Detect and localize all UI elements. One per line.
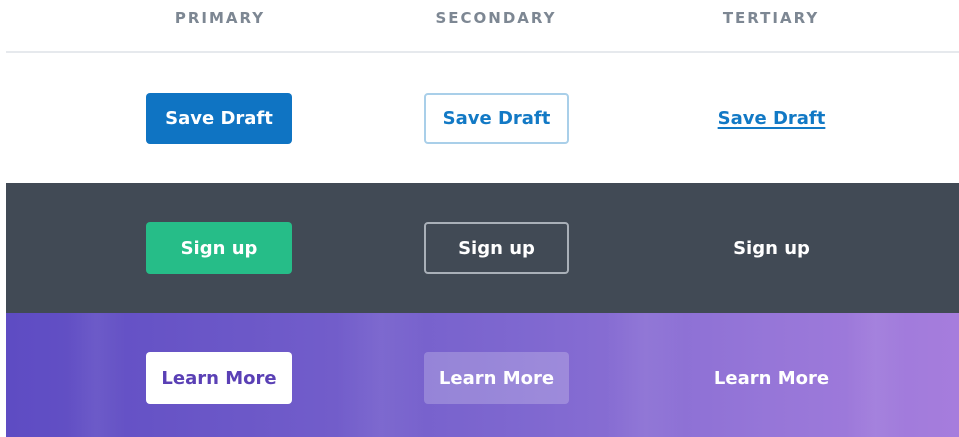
button-row-light: Save Draft Save Draft Save Draft — [6, 53, 959, 183]
sign-up-primary-button[interactable]: Sign up — [146, 222, 292, 274]
button-row-purple: Learn More Learn More Learn More — [6, 313, 959, 437]
column-header-bar: PRIMARY SECONDARY TERTIARY — [6, 0, 959, 53]
save-draft-secondary-button[interactable]: Save Draft — [424, 93, 569, 144]
background-sheen — [336, 313, 426, 437]
learn-more-tertiary-button[interactable]: Learn More — [699, 352, 844, 404]
background-sheen — [66, 313, 126, 437]
learn-more-primary-button[interactable]: Learn More — [146, 352, 292, 404]
column-header-secondary: SECONDARY — [435, 9, 557, 27]
learn-more-secondary-button[interactable]: Learn More — [424, 352, 569, 404]
column-header-primary: PRIMARY — [174, 9, 266, 27]
background-sheen — [606, 313, 686, 437]
background-sheen — [846, 313, 906, 437]
button-row-dark: Sign up Sign up Sign up — [6, 183, 959, 313]
sign-up-tertiary-button[interactable]: Sign up — [699, 222, 844, 274]
save-draft-tertiary-button[interactable]: Save Draft — [699, 93, 844, 144]
save-draft-primary-button[interactable]: Save Draft — [146, 93, 292, 144]
column-header-tertiary: TERTIARY — [722, 9, 820, 27]
sign-up-secondary-button[interactable]: Sign up — [424, 222, 569, 274]
